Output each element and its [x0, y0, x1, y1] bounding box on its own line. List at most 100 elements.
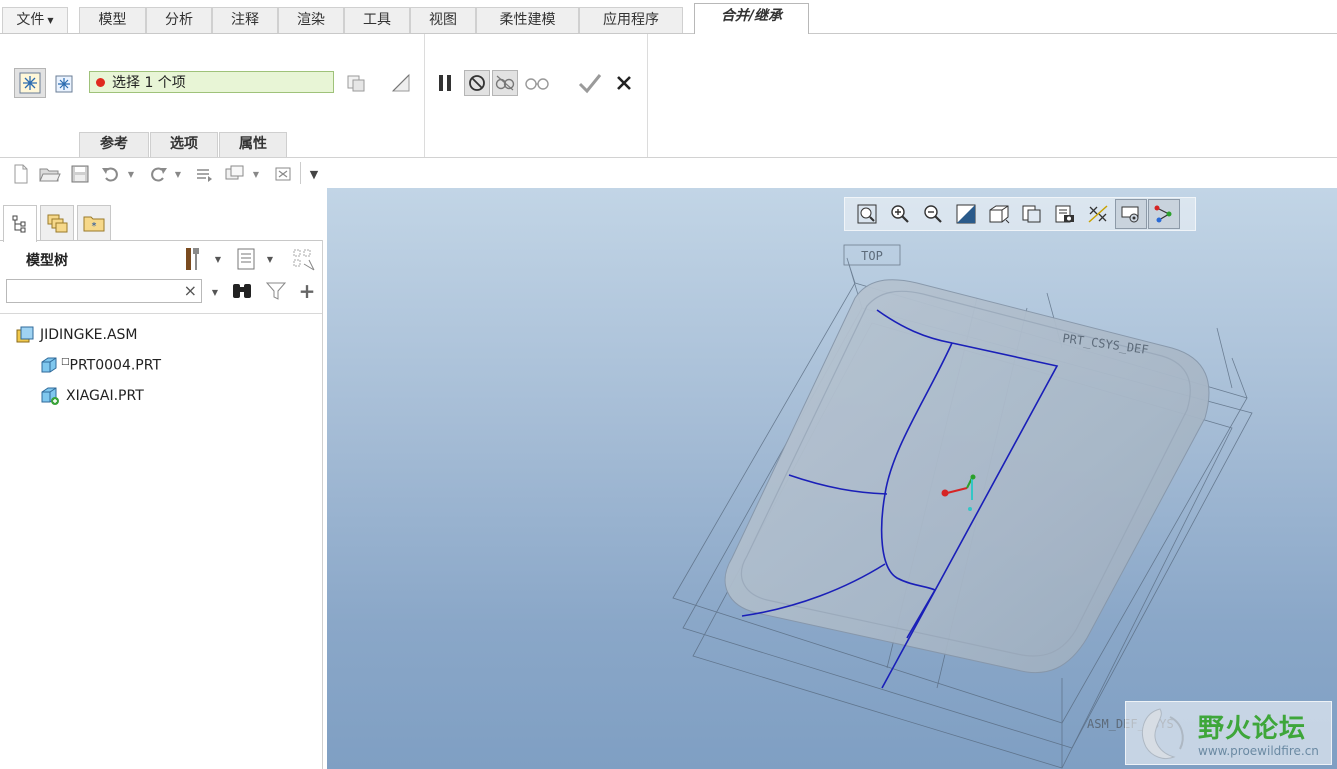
- repaint-icon: [956, 204, 976, 224]
- tab-file[interactable]: 文件 ▼: [2, 7, 68, 33]
- tab-label: 工具: [363, 12, 391, 28]
- open-button[interactable]: [38, 163, 62, 185]
- subtab-label: 选项: [170, 136, 198, 152]
- subtab-properties[interactable]: 属性: [219, 132, 287, 157]
- ribbon-panel: 选择 1 个项 参考 选项 属性: [0, 34, 1337, 158]
- undo-button[interactable]: [98, 163, 124, 185]
- qat-separator: [300, 162, 301, 184]
- tab-render[interactable]: 渲染: [278, 7, 344, 33]
- chevron-down-icon[interactable]: ▼: [209, 285, 221, 299]
- app-window: 文件 ▼ 模型 分析 注释 渲染 工具 视图 柔性建模 应用程序 合并/继承 选择…: [0, 0, 1337, 769]
- chevron-down-icon[interactable]: ▼: [173, 167, 183, 181]
- preview-icon: [495, 75, 515, 91]
- display-style-button[interactable]: [983, 199, 1015, 229]
- view-toolbar: [844, 197, 1196, 231]
- plane-button[interactable]: [388, 70, 414, 96]
- tree-settings-button[interactable]: [181, 246, 205, 272]
- watermark-url: www.proewildfire.cn: [1198, 744, 1319, 758]
- tab-annotate[interactable]: 注释: [212, 7, 278, 33]
- cancel-button[interactable]: [612, 70, 636, 96]
- tab-folder-browser[interactable]: [40, 205, 74, 241]
- chevron-down-icon[interactable]: ▼: [212, 252, 224, 266]
- pause-button[interactable]: [434, 70, 456, 96]
- tab-flexible-modeling[interactable]: 柔性建模: [476, 7, 579, 33]
- close-window-button[interactable]: [272, 163, 294, 185]
- saved-views-icon: [1022, 205, 1041, 223]
- regenerate-button[interactable]: [192, 163, 216, 185]
- add-icon[interactable]: +: [296, 279, 318, 303]
- ok-check-icon: [578, 74, 602, 94]
- select-ref-small-button[interactable]: [52, 72, 76, 96]
- zoom-in-button[interactable]: [884, 199, 916, 229]
- tab-merge-inheritance[interactable]: 合并/继承: [694, 3, 809, 34]
- select-ref-small-icon: [55, 75, 73, 93]
- collector-text: 选择 1 个项: [112, 75, 186, 91]
- windows-button[interactable]: [223, 163, 247, 185]
- copy-button[interactable]: [343, 70, 369, 96]
- tab-label: 合并/继承: [720, 8, 783, 24]
- subtab-references[interactable]: 参考: [79, 132, 149, 157]
- chevron-down-icon[interactable]: ▼: [264, 252, 276, 266]
- preview-button[interactable]: [492, 70, 518, 96]
- tree-item-part[interactable]: □PRT0004.PRT: [40, 356, 161, 374]
- chevron-down-icon[interactable]: ▼: [251, 167, 261, 181]
- regenerate-icon: [197, 169, 212, 182]
- reference-collector[interactable]: 选择 1 个项: [89, 71, 334, 93]
- tab-label: 应用程序: [603, 12, 659, 28]
- open-icon: [39, 168, 61, 182]
- redo-button[interactable]: [145, 163, 171, 185]
- tab-applications[interactable]: 应用程序: [579, 7, 683, 33]
- tree-display-button[interactable]: [233, 246, 259, 272]
- tree-item-assembly[interactable]: JIDINGKE.ASM: [16, 326, 138, 344]
- svg-text:*: *: [92, 221, 97, 232]
- spin-center-icon: [1121, 206, 1139, 223]
- graphics-viewport[interactable]: TOP PRT_CSYS_DEF ASM_DEF_CSYS: [327, 188, 1337, 769]
- tree-filter-columns-button[interactable]: [290, 246, 318, 274]
- top-plane-label: TOP: [861, 249, 883, 263]
- display-style-icon: [989, 205, 1010, 224]
- refit-button[interactable]: [851, 199, 883, 229]
- view-manager-button[interactable]: [1049, 199, 1081, 229]
- tree-search-input[interactable]: ×: [6, 279, 202, 303]
- glasses-icon: [525, 78, 549, 90]
- ok-button[interactable]: [576, 69, 604, 97]
- tab-tools[interactable]: 工具: [344, 7, 410, 33]
- glasses-button[interactable]: [522, 70, 552, 96]
- tab-view[interactable]: 视图: [410, 7, 476, 33]
- zoom-in-icon: [891, 205, 909, 223]
- view-manager-icon: [1055, 205, 1074, 223]
- tab-label: 分析: [165, 12, 193, 28]
- zoom-out-icon: [924, 205, 942, 223]
- no-preview-button[interactable]: [464, 70, 490, 96]
- subtab-options[interactable]: 选项: [150, 132, 218, 157]
- tab-label: 视图: [429, 12, 457, 28]
- filter-icon: [266, 282, 286, 300]
- new-button[interactable]: [10, 163, 32, 185]
- tab-analysis[interactable]: 分析: [146, 7, 212, 33]
- save-button[interactable]: [69, 163, 91, 185]
- clear-icon[interactable]: ×: [184, 281, 197, 300]
- tree-item-part-active[interactable]: XIAGAI.PRT: [40, 386, 144, 406]
- spin-center-button[interactable]: [1115, 199, 1147, 229]
- saved-views-button[interactable]: [1016, 199, 1048, 229]
- folder-browser-icon: [47, 214, 68, 233]
- filter-button[interactable]: [264, 279, 288, 303]
- subtab-label: 参考: [100, 136, 128, 152]
- navigator-panel: * 模型树 ▼ ▼ × ▼ + JIDINGKE.ASM □PRT0004.PR…: [0, 188, 327, 769]
- customize-icon[interactable]: ▼: [307, 166, 321, 182]
- tab-model-tree[interactable]: [3, 205, 37, 242]
- quick-access-toolbar: ▼ ▼ ▼ ▼: [0, 158, 1337, 188]
- tab-model[interactable]: 模型: [79, 7, 146, 33]
- tab-label: 模型: [98, 12, 127, 28]
- cancel-x-icon: [617, 76, 631, 90]
- find-button[interactable]: [229, 279, 255, 303]
- select-ref-button[interactable]: [14, 68, 46, 98]
- chevron-down-icon[interactable]: ▼: [126, 167, 136, 181]
- datum-display-button[interactable]: [1082, 199, 1114, 229]
- tab-favorites[interactable]: *: [77, 205, 111, 241]
- redo-icon: [151, 167, 167, 182]
- annotation-button[interactable]: [1148, 199, 1180, 229]
- repaint-button[interactable]: [950, 199, 982, 229]
- favorites-icon: *: [83, 216, 105, 232]
- zoom-out-button[interactable]: [917, 199, 949, 229]
